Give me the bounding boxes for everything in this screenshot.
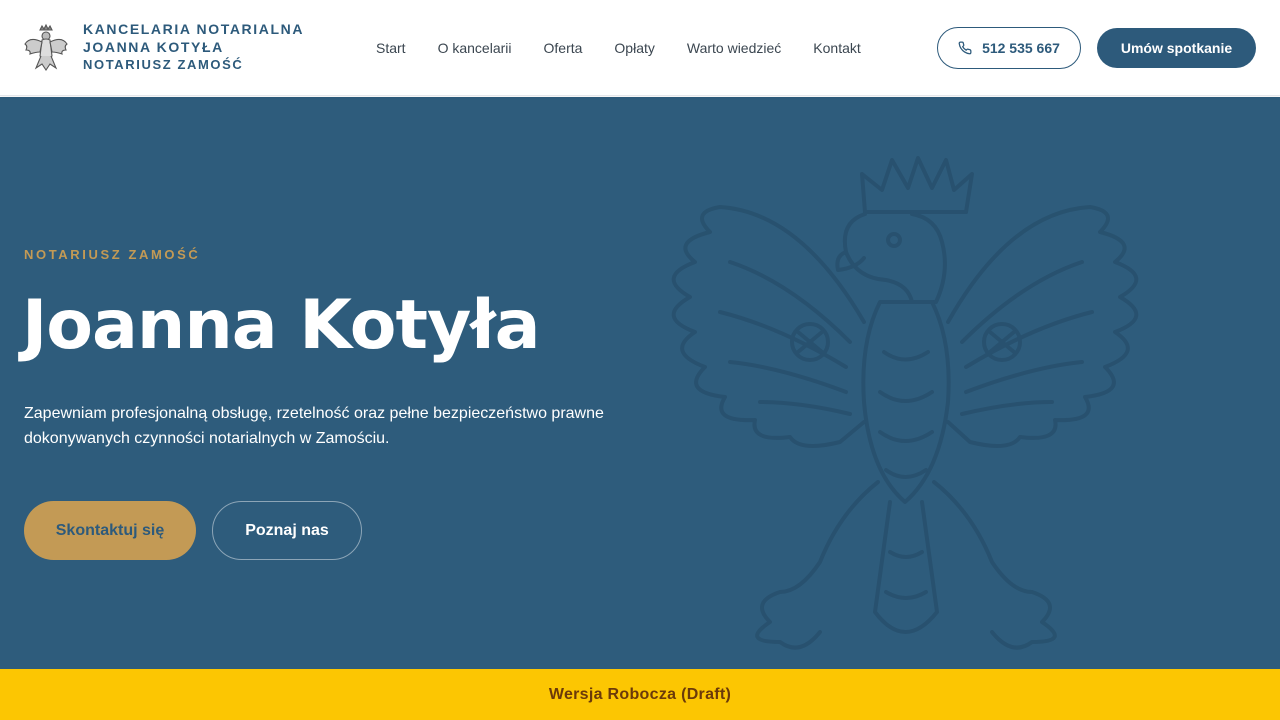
phone-button[interactable]: 512 535 667 [937,27,1081,69]
hero-description: Zapewniam profesjonalną obsługę, rzeteln… [24,405,604,447]
polish-eagle-icon[interactable] [22,22,70,74]
phone-icon [958,41,972,55]
nav-oplaty[interactable]: Opłaty [614,39,654,57]
hero-eyebrow: NOTARIUSZ ZAMOŚĆ [24,247,201,262]
draft-banner: Wersja Robocza (Draft) [0,669,1280,720]
phone-number: 512 535 667 [982,40,1060,56]
brand-name[interactable]: KANCELARIA NOTARIALNA JOANNA KOTYŁA NOTA… [83,20,304,74]
nav-oferta[interactable]: Oferta [544,39,583,57]
nav-warto-wiedziec[interactable]: Warto wiedzieć [687,39,781,57]
appointment-button[interactable]: Umów spotkanie [1097,28,1256,68]
about-us-button[interactable]: Poznaj nas [212,501,362,560]
hero-title: Joanna Kotyła [22,286,540,365]
nav-o-kancelarii[interactable]: O kancelarii [438,39,512,57]
nav-start[interactable]: Start [376,39,406,57]
contact-button[interactable]: Skontaktuj się [24,501,196,560]
site-header: KANCELARIA NOTARIALNA JOANNA KOTYŁA NOTA… [0,0,1280,96]
brand-line-1: KANCELARIA NOTARIALNA [83,21,305,37]
hero-section: NOTARIUSZ ZAMOŚĆ Joanna Kotyła Zapewniam… [0,97,1280,669]
polish-eagle-icon [671,156,1139,650]
main-nav: Start O kancelarii Oferta Opłaty Warto w… [376,39,893,57]
brand-line-2: JOANNA KOTYŁA [83,39,224,55]
nav-kontakt[interactable]: Kontakt [813,39,860,57]
draft-banner-label: Wersja Robocza (Draft) [548,685,732,703]
brand-line-3: NOTARIUSZ ZAMOŚĆ [83,57,244,72]
